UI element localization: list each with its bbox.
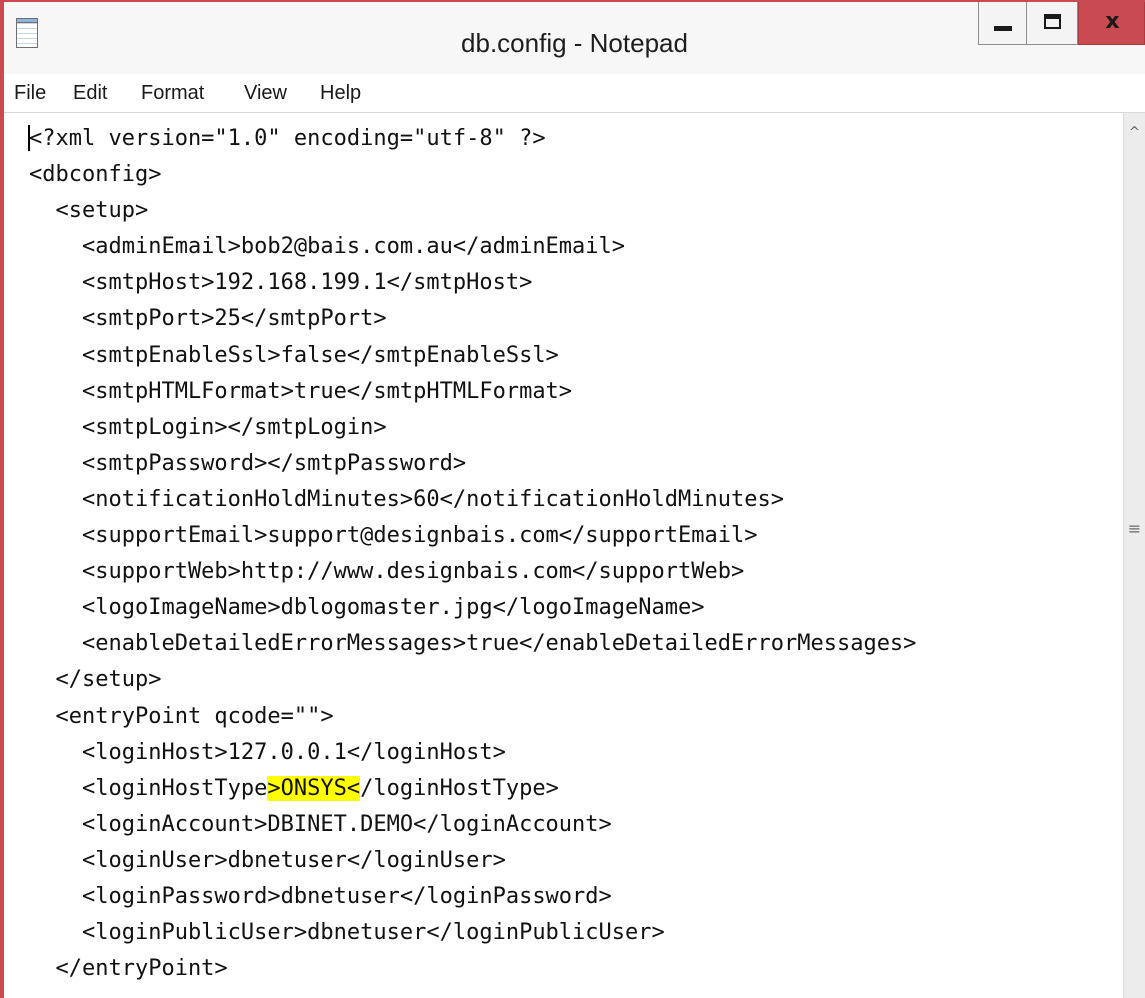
code-line: <smtpHTMLFormat>true</smtpHTMLFormat>	[29, 374, 916, 410]
code-line: </entryPoint>	[29, 951, 916, 987]
code-text: <notificationHoldMinutes>60</notificatio…	[29, 486, 784, 512]
code-text: <supportEmail>support@designbais.com</su…	[29, 523, 758, 549]
menu-help[interactable]: Help	[318, 74, 363, 112]
code-line: </setup>	[29, 662, 916, 698]
code-text: <setup>	[29, 198, 149, 224]
code-text: <smtpEnableSsl>false</smtpEnableSsl>	[29, 342, 559, 368]
code-text: <?xml version="1.0" encoding="utf-8" ?>	[29, 126, 546, 151]
code-line: <loginHost>127.0.0.1</loginHost>	[29, 735, 916, 771]
scroll-up-arrow-icon[interactable]: ^	[1124, 123, 1145, 143]
code-line: <supportEmail>support@designbais.com</su…	[29, 518, 916, 554]
editor-lines: <?xml version="1.0" encoding="utf-8" ?> <…	[4, 121, 916, 987]
menu-file[interactable]: File	[12, 74, 48, 112]
code-text: <loginUser>dbnetuser</loginUser>	[29, 847, 506, 873]
code-line: <smtpLogin></smtpLogin>	[29, 410, 916, 446]
menu-format[interactable]: Format	[139, 74, 206, 112]
code-line: <adminEmail>bob2@bais.com.au</adminEmail…	[29, 229, 916, 265]
code-text: </setup>	[29, 667, 162, 693]
code-line: <loginAccount>DBINET.DEMO</loginAccount>	[29, 807, 916, 843]
code-text: <dbconfig>	[29, 162, 162, 188]
highlighted-text: >ONSYS<	[267, 775, 361, 801]
code-text: <smtpPort>25</smtpPort>	[29, 306, 387, 332]
menu-bar: File Edit Format View Help	[4, 74, 1145, 112]
code-text: <adminEmail>bob2@bais.com.au</adminEmail…	[29, 234, 626, 260]
minimize-button[interactable]	[978, 2, 1026, 45]
close-icon: x	[1105, 9, 1120, 34]
code-text: <loginHostType	[29, 775, 268, 801]
minimize-icon	[994, 26, 1012, 31]
notepad-window: db.config - Notepad x File Edit Format V…	[0, 0, 1145, 998]
code-line: <?xml version="1.0" encoding="utf-8" ?>	[29, 121, 916, 157]
code-line: <entryPoint qcode="">	[29, 699, 916, 735]
code-line: <smtpPort>25</smtpPort>	[29, 301, 916, 337]
code-line: <notificationHoldMinutes>60</notificatio…	[29, 482, 916, 518]
code-line: <loginUser>dbnetuser</loginUser>	[29, 843, 916, 879]
menu-edit[interactable]: Edit	[71, 74, 109, 112]
code-text: <enableDetailedErrorMessages>true</enabl…	[29, 631, 917, 657]
code-text: <smtpHost>192.168.199.1</smtpHost>	[29, 270, 533, 296]
code-text: <loginHost>127.0.0.1</loginHost>	[29, 739, 506, 765]
close-button[interactable]: x	[1078, 2, 1145, 45]
code-line: <loginPublicUser>dbnetuser</loginPublicU…	[29, 915, 916, 951]
code-text: <smtpHTMLFormat>true</smtpHTMLFormat>	[29, 378, 573, 404]
notepad-icon[interactable]	[16, 18, 38, 48]
code-text: <supportWeb>http://www.designbais.com</s…	[29, 559, 745, 585]
window-title: db.config - Notepad	[461, 28, 688, 58]
code-line: <smtpPassword></smtpPassword>	[29, 446, 916, 482]
text-editor-area[interactable]: <?xml version="1.0" encoding="utf-8" ?> <…	[4, 113, 1123, 998]
maximize-icon	[1044, 14, 1061, 29]
code-line: <smtpHost>192.168.199.1</smtpHost>	[29, 265, 916, 301]
vertical-scrollbar[interactable]: ^ ≡	[1123, 113, 1145, 998]
maximize-button[interactable]	[1026, 2, 1078, 45]
code-text: /loginHostType>	[360, 775, 559, 801]
code-line: <smtpEnableSsl>false</smtpEnableSsl>	[29, 338, 916, 374]
code-text: <smtpLogin></smtpLogin>	[29, 414, 387, 440]
code-text: <loginAccount>DBINET.DEMO</loginAccount>	[29, 811, 612, 837]
code-line: <dbconfig>	[29, 157, 916, 193]
scroll-grip-icon[interactable]: ≡	[1127, 518, 1142, 540]
title-bar[interactable]: db.config - Notepad x	[4, 2, 1145, 74]
code-line: <loginHostType>ONSYS</loginHostType>	[29, 771, 916, 807]
code-text: <logoImageName>dblogomaster.jpg</logoIma…	[29, 595, 705, 621]
code-text: </entryPoint>	[29, 956, 228, 982]
code-line: <loginPassword>dbnetuser</loginPassword>	[29, 879, 916, 915]
code-line: <supportWeb>http://www.designbais.com</s…	[29, 554, 916, 590]
code-line: <setup>	[29, 193, 916, 229]
code-text: <entryPoint qcode="">	[29, 703, 334, 729]
code-line: <logoImageName>dblogomaster.jpg</logoIma…	[29, 590, 916, 626]
code-line: <enableDetailedErrorMessages>true</enabl…	[29, 626, 916, 662]
code-text: <smtpPassword></smtpPassword>	[29, 450, 467, 476]
code-text: <loginPublicUser>dbnetuser</loginPublicU…	[29, 920, 665, 946]
code-text: <loginPassword>dbnetuser</loginPassword>	[29, 883, 612, 909]
menu-view[interactable]: View	[242, 74, 289, 112]
